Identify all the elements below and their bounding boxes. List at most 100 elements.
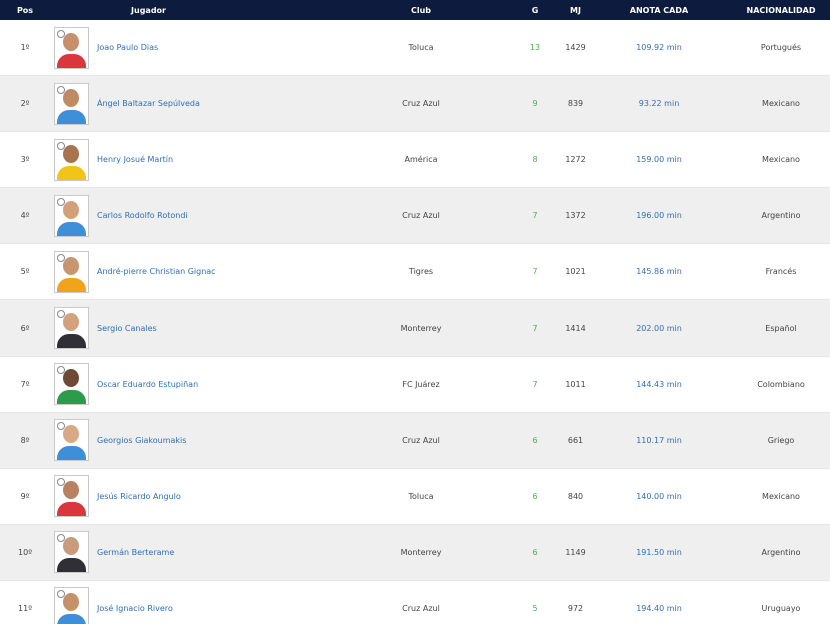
player-avatar[interactable]: [54, 363, 89, 406]
row-position: 1º: [20, 43, 30, 53]
player-club: América: [404, 155, 438, 165]
player-shirt-icon: [57, 334, 86, 349]
table-row: 4º Carlos Rodolfo Rotondi Cruz Azul 7 13…: [0, 188, 830, 245]
player-face-icon: [63, 256, 79, 275]
player-name-link[interactable]: Jesús Ricardo Angulo: [97, 492, 337, 501]
header-goals: G: [531, 5, 539, 15]
player-name-link[interactable]: Georgios Giakoumakis: [97, 436, 337, 445]
row-position: 2º: [20, 99, 30, 109]
player-avatar[interactable]: [54, 587, 89, 624]
player-club: Toluca: [408, 491, 434, 501]
player-avatar[interactable]: [54, 138, 89, 181]
player-shirt-icon: [57, 558, 86, 573]
player-minutes: 972: [567, 603, 584, 613]
player-face-icon: [63, 425, 79, 444]
player-goals: 6: [532, 435, 538, 445]
player-name-link[interactable]: Joao Paulo Dias: [97, 43, 337, 52]
player-photo-cell: [50, 419, 97, 462]
row-position: 5º: [20, 267, 30, 277]
player-club: Cruz Azul: [402, 603, 440, 613]
player-name-link[interactable]: Oscar Eduardo Estupiñan: [97, 380, 337, 389]
row-position: 7º: [20, 379, 30, 389]
player-photo-cell: [50, 194, 97, 237]
player-goals: 9: [532, 99, 538, 109]
player-nationality: Mexicano: [762, 155, 800, 165]
player-anota-cada: 110.17 min: [636, 435, 682, 445]
player-avatar[interactable]: [54, 531, 89, 574]
table-row: 3º Henry Josué Martín América 8 1272 159…: [0, 132, 830, 189]
player-shirt-icon: [57, 614, 86, 624]
player-minutes: 1011: [565, 379, 586, 389]
header-minutes: MJ: [570, 5, 581, 15]
player-photo-cell: [50, 26, 97, 69]
table-header: Pos Jugador Club G MJ ANOTA CADA NACIONA…: [0, 0, 830, 20]
player-face-icon: [63, 88, 79, 107]
row-position: 8º: [20, 435, 30, 445]
player-club: Cruz Azul: [402, 435, 440, 445]
player-avatar[interactable]: [54, 194, 89, 237]
player-avatar[interactable]: [54, 307, 89, 350]
player-photo-cell: [50, 138, 97, 181]
player-nationality: Argentino: [761, 547, 801, 557]
player-goals: 5: [532, 603, 538, 613]
player-avatar[interactable]: [54, 475, 89, 518]
row-position: 6º: [20, 323, 30, 333]
player-anota-cada: 159.00 min: [636, 155, 682, 165]
row-position: 4º: [20, 211, 30, 221]
player-name-link[interactable]: Henry Josué Martín: [97, 155, 337, 164]
header-jugador: Jugador: [131, 5, 166, 15]
player-nationality: Portugués: [760, 43, 802, 53]
player-anota-cada: 194.40 min: [636, 603, 682, 613]
row-position: 9º: [20, 491, 30, 501]
player-shirt-icon: [57, 221, 86, 236]
row-position: 10º: [18, 547, 32, 557]
player-minutes: 1429: [565, 43, 586, 53]
player-goals: 7: [532, 267, 538, 277]
player-anota-cada: 145.86 min: [636, 267, 682, 277]
table-row: 9º Jesús Ricardo Angulo Toluca 6 840 140…: [0, 468, 830, 525]
player-avatar[interactable]: [54, 82, 89, 125]
player-shirt-icon: [57, 502, 86, 517]
player-club: Cruz Azul: [402, 99, 440, 109]
table-row: 8º Georgios Giakoumakis Cruz Azul 6 661 …: [0, 412, 830, 469]
table-row: 5º André-pierre Christian Gignac Tigres …: [0, 244, 830, 301]
player-nationality: Griego: [767, 435, 795, 445]
player-shirt-icon: [57, 53, 86, 68]
player-anota-cada: 191.50 min: [636, 547, 682, 557]
player-minutes: 1021: [565, 267, 586, 277]
player-name-link[interactable]: Sergio Canales: [97, 324, 337, 333]
player-anota-cada: 202.00 min: [636, 323, 682, 333]
player-goals: 8: [532, 155, 538, 165]
player-photo-cell: [50, 475, 97, 518]
player-nationality: Francés: [765, 267, 797, 277]
player-photo-cell: [50, 82, 97, 125]
player-name-link[interactable]: José Ignacio Rivero: [97, 604, 337, 613]
player-minutes: 1372: [565, 211, 586, 221]
player-club: Toluca: [408, 43, 434, 53]
player-shirt-icon: [57, 165, 86, 180]
player-nationality: Uruguayo: [761, 603, 801, 613]
player-anota-cada: 196.00 min: [636, 211, 682, 221]
player-anota-cada: 93.22 min: [638, 99, 680, 109]
player-shirt-icon: [57, 446, 86, 461]
player-anota-cada: 140.00 min: [636, 491, 682, 501]
player-face-icon: [63, 144, 79, 163]
player-face-icon: [63, 481, 79, 500]
player-name-link[interactable]: André-pierre Christian Gignac: [97, 267, 337, 276]
player-club: Tigres: [408, 267, 434, 277]
table-body: 1º Joao Paulo Dias Toluca 13 1429 109.92…: [0, 20, 830, 624]
player-name-link[interactable]: Germán Berterame: [97, 548, 337, 557]
player-name-link[interactable]: Ángel Baltazar Sepúlveda: [97, 99, 337, 108]
player-avatar[interactable]: [54, 250, 89, 293]
player-avatar[interactable]: [54, 419, 89, 462]
table-row: 10º Germán Berterame Monterrey 6 1149 19…: [0, 524, 830, 581]
player-goals: 6: [532, 491, 538, 501]
player-minutes: 1149: [565, 547, 586, 557]
player-club: Cruz Azul: [402, 211, 440, 221]
player-face-icon: [63, 593, 79, 612]
player-shirt-icon: [57, 390, 86, 405]
table-row: 6º Sergio Canales Monterrey 7 1414 202.0…: [0, 300, 830, 357]
player-name-link[interactable]: Carlos Rodolfo Rotondi: [97, 211, 337, 220]
player-avatar[interactable]: [54, 26, 89, 69]
player-minutes: 661: [567, 435, 584, 445]
